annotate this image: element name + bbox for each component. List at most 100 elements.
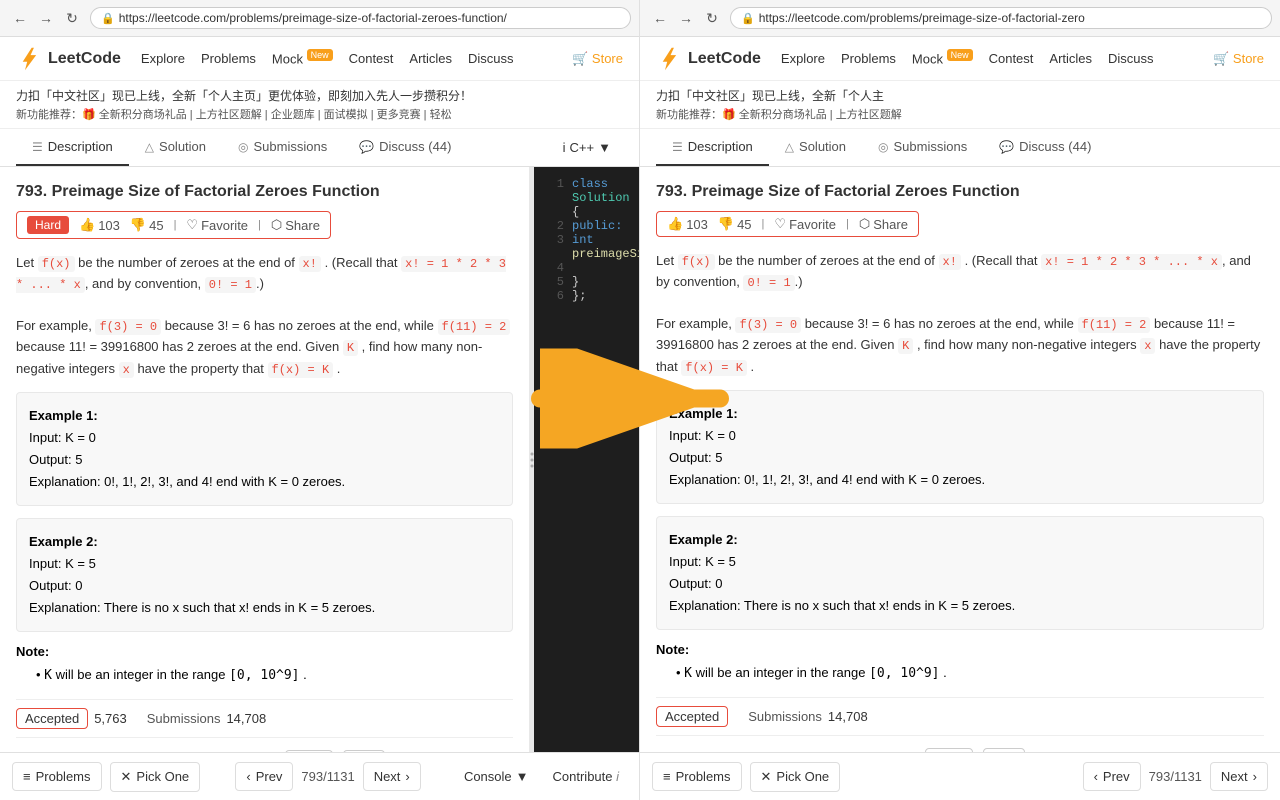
xfact-code-right: x! [939,254,961,270]
nav-links-left: Explore Problems Mock New Contest Articl… [141,50,514,66]
accepted-box-left: Accepted [16,708,88,729]
example1-right: Example 1: Input: K = 0 Output: 5 Explan… [656,390,1264,504]
language-selector-left[interactable]: i C++ ▼ [551,129,623,166]
nav-problems-right[interactable]: Problems [841,51,896,66]
sep1-right: | [762,218,765,230]
lock-icon-left: 🔒 [101,12,115,25]
problem-description-left: Let f(x) be the number of zeroes at the … [16,253,513,380]
bottom-toolbar-right: ≡ Problems ✕ Pick One ‹ Prev 793/1131 Ne… [640,752,1280,800]
example2-right: Example 2: Input: K = 5 Output: 0 Explan… [656,516,1264,630]
tab-solution-left[interactable]: △ Solution [129,129,222,166]
thumbs-up-btn-right[interactable]: 👍 103 [667,216,708,232]
note-section-right: Note: • K will be an integer in the rang… [656,642,1264,685]
tab-discuss-left[interactable]: 💬 Discuss (44) [343,129,467,166]
tab-solution-right[interactable]: △ Solution [769,129,862,166]
nav-store-left[interactable]: 🛒 Store [572,51,623,67]
contribute-info-left: i [616,769,619,784]
fxk-code-right: f(x) = K [681,360,747,376]
console-button-left[interactable]: Console ▼ [456,765,537,788]
refresh-button-left[interactable]: ↻ [60,6,84,30]
zerofact-code-right: 0! = 1 [743,275,794,291]
xfact-code-left: x! [299,256,321,272]
accepted-stat-right: Accepted [656,706,728,727]
bottom-toolbar-left: ≡ Problems ✕ Pick One ‹ Prev 793/1131 Ne… [0,752,639,800]
prev-chevron-right: ‹ [1094,769,1098,784]
sep2-left: | [258,219,261,231]
back-button-left[interactable]: ← [8,6,32,30]
banner-main-right: 力扣「中文社区」现已上线，全新「个人主 [656,87,1264,104]
nav-contest-right[interactable]: Contest [989,51,1034,66]
pick-icon-right: ✕ [761,769,772,785]
nav-articles-left[interactable]: Articles [409,51,452,66]
thumbs-down-btn-right[interactable]: 👎 45 [718,216,752,232]
code-line-3: 3 int preimageSizeFZF [544,233,629,261]
example1-left: Example 1: Input: K = 0 Output: 5 Explan… [16,392,513,506]
problem-title-right: 793. Preimage Size of Factorial Zeroes F… [656,183,1264,201]
problems-button-right[interactable]: ≡ Problems [652,762,742,791]
forward-button-left[interactable]: → [34,6,58,30]
contribute-button-left[interactable]: Contribute i [545,765,628,788]
accepted-box-right: Accepted [656,706,728,727]
code-panel-left[interactable]: 1 class Solution { 2 public: 3 int preim… [534,167,639,752]
prev-button-left[interactable]: ‹ Prev [235,762,293,791]
problem-panel-right: 793. Preimage Size of Factorial Zeroes F… [640,167,1280,752]
difficulty-badge-left: Hard [27,216,69,234]
next-chevron-left: › [405,769,409,784]
pick-one-button-left[interactable]: ✕ Pick One [110,762,201,792]
nav-explore-right[interactable]: Explore [781,51,825,66]
nav-explore-left[interactable]: Explore [141,51,185,66]
nav-store-right[interactable]: 🛒 Store [1213,51,1264,67]
tab-submissions-left[interactable]: ◎ Submissions [222,129,343,166]
tab-description-right[interactable]: ☰ Description [656,129,769,166]
no-button-left[interactable]: No [343,750,386,752]
nav-mock-right[interactable]: Mock New [912,50,973,66]
tabs-bar-left: ☰ Description △ Solution ◎ Submissions 💬… [0,129,639,167]
browser-chrome-right: ← → ↻ 🔒 https://leetcode.com/problems/pr… [640,0,1280,37]
navbar-right: LeetCode Explore Problems Mock New Conte… [640,37,1280,81]
banner-sub-left: 新功能推荐：🎁 全新积分商场礼品 | 上方社区题解 | 企业题库 | 面试模拟 … [16,106,623,122]
favorite-btn-left[interactable]: ♡ Favorite [186,217,248,233]
lock-icon-right: 🔒 [741,12,755,25]
nav-discuss-left[interactable]: Discuss [468,51,514,66]
next-button-right[interactable]: Next › [1210,762,1268,791]
nav-discuss-right[interactable]: Discuss [1108,51,1154,66]
tab-discuss-right[interactable]: 💬 Discuss (44) [983,129,1107,166]
thumbs-down-btn-left[interactable]: 👎 45 [130,217,164,233]
refresh-button-right[interactable]: ↻ [700,6,724,30]
problems-button-left[interactable]: ≡ Problems [12,762,102,791]
share-btn-right[interactable]: ⬡ Share [859,216,908,232]
nav-contest-left[interactable]: Contest [349,51,394,66]
panel-resizer-left[interactable] [530,167,534,752]
k-code-right: K [898,338,913,354]
address-bar-right[interactable]: 🔒 https://leetcode.com/problems/preimage… [730,7,1272,29]
thumbs-up-btn-left[interactable]: 👍 103 [79,217,120,233]
nav-mock-left[interactable]: Mock New [272,50,333,66]
forward-button-right[interactable]: → [674,6,698,30]
nav-articles-right[interactable]: Articles [1049,51,1092,66]
tabs-bar-right: ☰ Description △ Solution ◎ Submissions 💬… [640,129,1280,167]
sep2-right: | [846,218,849,230]
banner-left: 力扣「中文社区」现已上线，全新「个人主页」更优体验，即刻加入先人一步攒积分！ 新… [0,81,639,129]
sub-icon-left: ◎ [238,140,248,154]
sep1-left: | [174,219,177,231]
problem-title-left: 793. Preimage Size of Factorial Zeroes F… [16,183,513,201]
prev-button-right[interactable]: ‹ Prev [1083,762,1141,791]
console-chevron-left: ▼ [516,769,529,784]
favorite-btn-right[interactable]: ♡ Favorite [774,216,836,232]
back-button-right[interactable]: ← [648,6,672,30]
share-btn-left[interactable]: ⬡ Share [271,217,320,233]
nav-problems-left[interactable]: Problems [201,51,256,66]
accepted-stat-left: Accepted 5,763 [16,708,127,729]
tab-submissions-right[interactable]: ◎ Submissions [862,129,983,166]
x-code-right: x [1140,338,1155,354]
tab-description-left[interactable]: ☰ Description [16,129,129,166]
pick-one-button-right[interactable]: ✕ Pick One [750,762,841,792]
fxk-code-left: f(x) = K [268,362,334,378]
banner-right: 力扣「中文社区」现已上线，全新「个人主 新功能推荐：🎁 全新积分商场礼品 | 上… [640,81,1280,129]
page-num-right: 793/1131 [1149,769,1202,784]
next-button-left[interactable]: Next › [363,762,421,791]
address-bar-left[interactable]: 🔒 https://leetcode.com/problems/preimage… [90,7,631,29]
code-line-6: 6 }; [544,289,629,303]
navbar-left: LeetCode Explore Problems Mock New Conte… [0,37,639,81]
yes-button-left[interactable]: Yes [285,750,332,752]
